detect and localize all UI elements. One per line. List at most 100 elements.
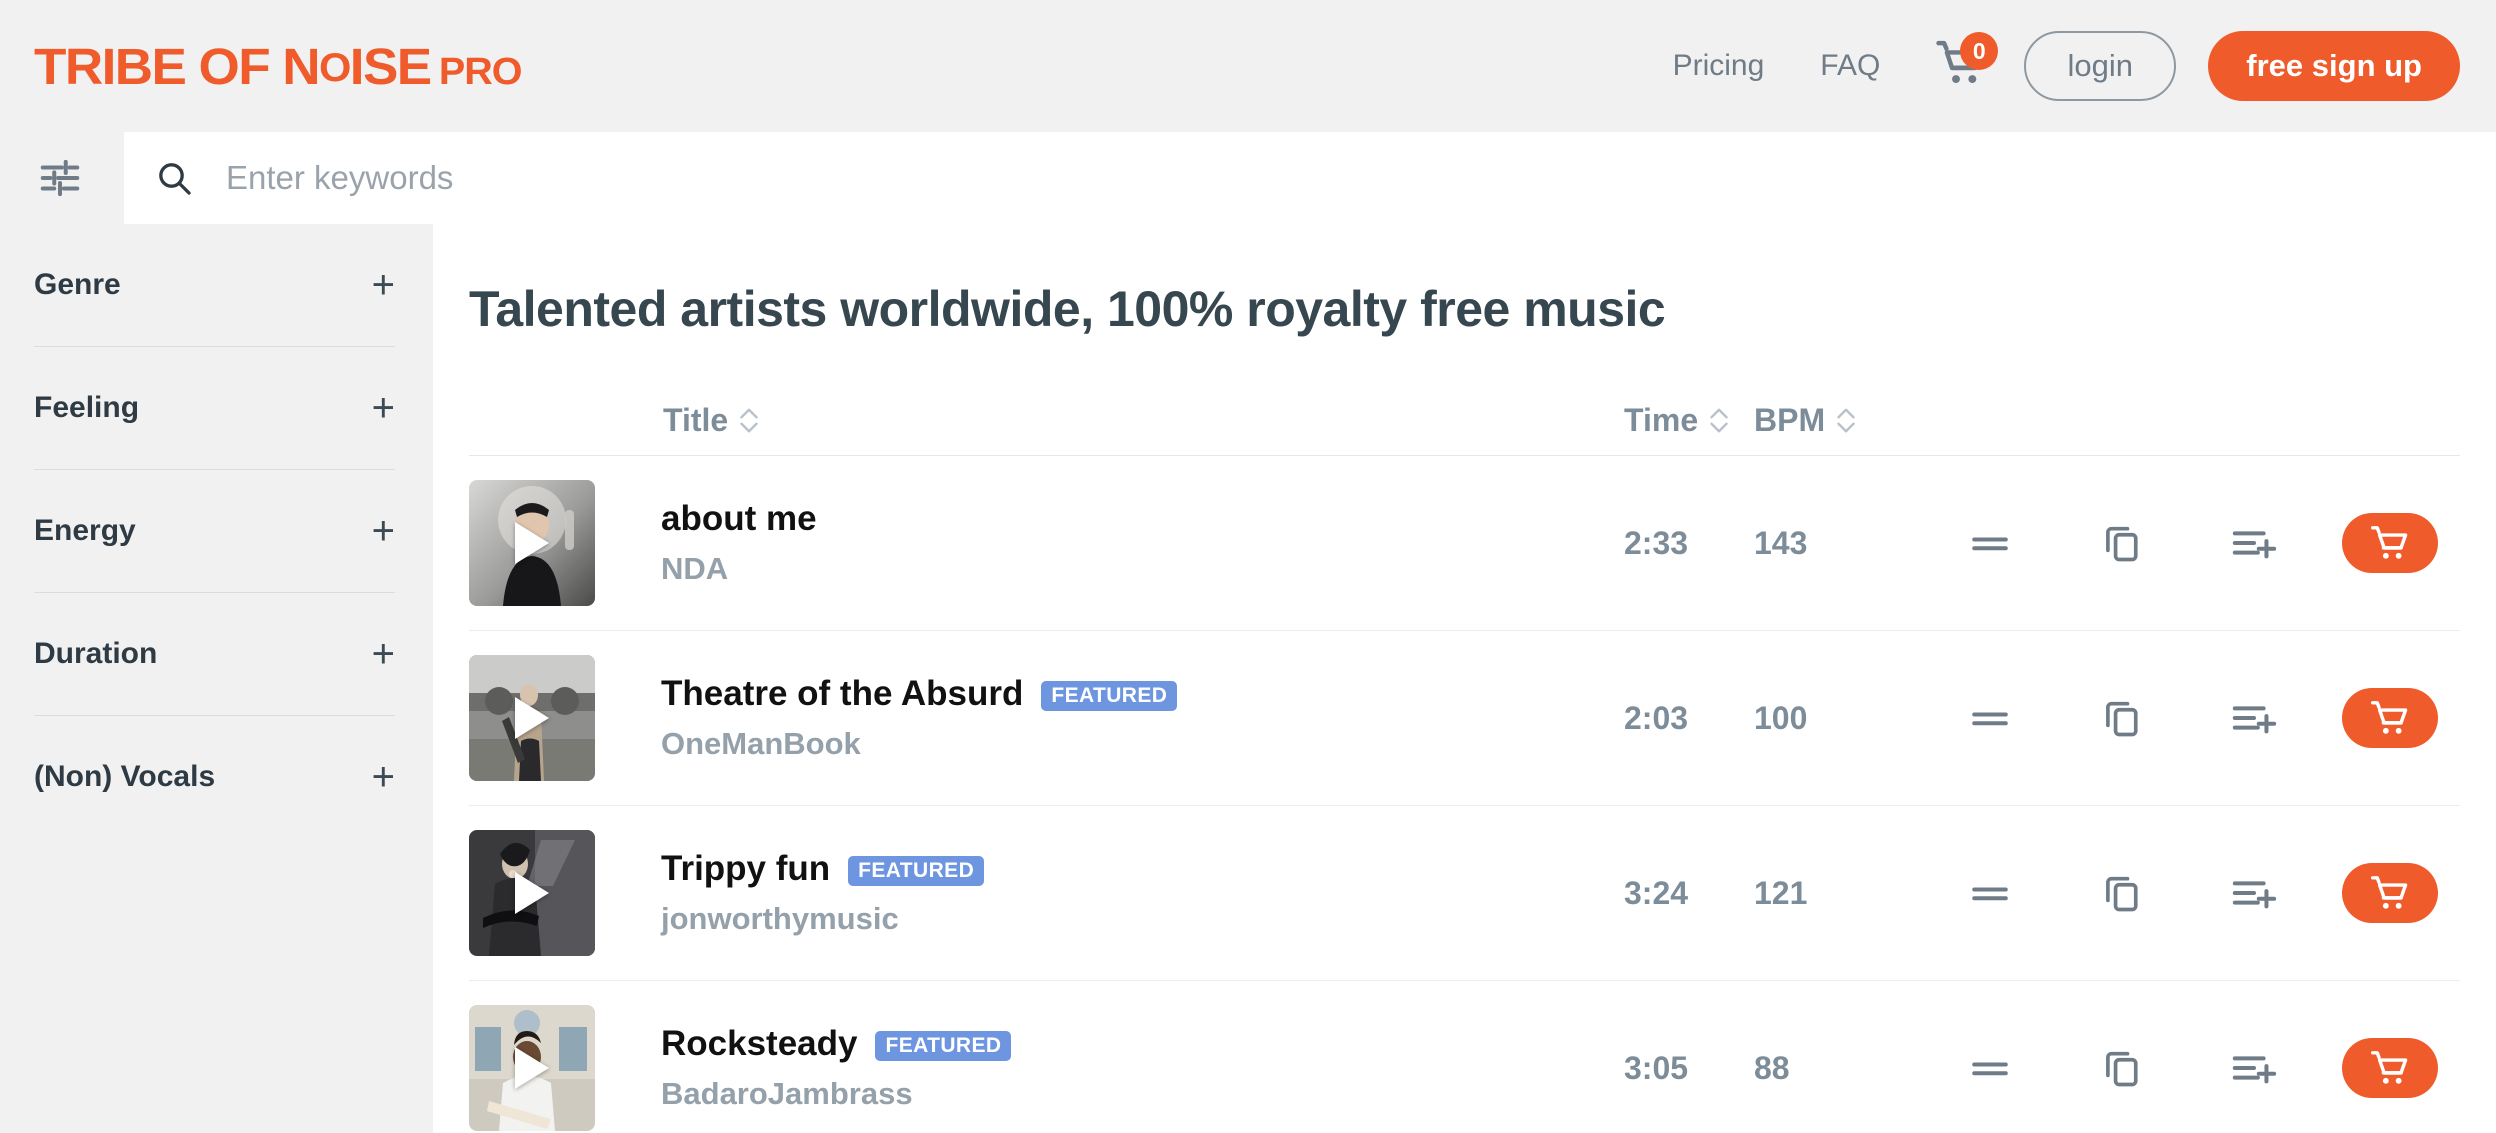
- play-icon: [515, 697, 549, 739]
- copy-button[interactable]: [2100, 521, 2144, 565]
- track-bpm: 121: [1754, 874, 1808, 911]
- search-bar: [0, 132, 2496, 224]
- expand-plus-icon[interactable]: +: [372, 265, 395, 305]
- similar-tracks-icon: [1972, 1062, 2008, 1076]
- filter-group-vocals: (Non) Vocals +: [34, 716, 395, 838]
- playlist-add-button[interactable]: [2231, 873, 2277, 913]
- track-info: Trippy fun FEATURED jonworthymusic: [595, 849, 1624, 937]
- playlist-add-button[interactable]: [2231, 1048, 2277, 1088]
- filter-label-genre: Genre: [34, 268, 121, 301]
- track-table: Title Time BPM about me NDA 2:33 143 The…: [469, 394, 2460, 1133]
- expand-plus-icon[interactable]: +: [372, 388, 395, 428]
- login-button[interactable]: login: [2024, 31, 2177, 101]
- track-time: 2:03: [1624, 699, 1689, 736]
- table-row: about me NDA 2:33 143: [469, 456, 2460, 631]
- status-badge-featured: FEATURED: [1041, 681, 1178, 711]
- add-to-cart-icon: [2371, 526, 2408, 559]
- add-to-cart-button[interactable]: [2342, 1038, 2438, 1098]
- track-title[interactable]: Rocksteady: [661, 1024, 857, 1064]
- filter-label-duration: Duration: [34, 637, 158, 670]
- copy-button[interactable]: [2100, 871, 2144, 915]
- similar-tracks-button[interactable]: [1968, 529, 2012, 557]
- playlist-add-button[interactable]: [2231, 523, 2277, 563]
- th-title[interactable]: Title: [597, 402, 1624, 439]
- track-thumbnail-play[interactable]: [469, 1005, 595, 1131]
- track-bpm: 143: [1754, 524, 1808, 561]
- sort-chevrons-icon[interactable]: [1710, 408, 1728, 433]
- filter-group-duration: Duration +: [34, 593, 395, 716]
- play-icon: [515, 522, 549, 564]
- track-title[interactable]: Theatre of the Absurd: [661, 674, 1023, 714]
- copy-icon: [2106, 701, 2138, 737]
- free-signup-button[interactable]: free sign up: [2208, 31, 2460, 101]
- table-row: Theatre of the Absurd FEATURED OneManBoo…: [469, 631, 2460, 806]
- th-time[interactable]: Time: [1624, 402, 1754, 439]
- th-time-label: Time: [1624, 402, 1699, 438]
- filter-group-feeling: Feeling +: [34, 347, 395, 470]
- search-field[interactable]: [124, 132, 2496, 224]
- sidebar-item-non-vocals[interactable]: (Non) Vocals +: [34, 716, 395, 838]
- sidebar-item-feeling[interactable]: Feeling +: [34, 347, 395, 469]
- sidebar-item-genre[interactable]: Genre +: [34, 224, 395, 346]
- track-bpm: 100: [1754, 699, 1808, 736]
- header-nav: Pricing FAQ 0 login free sign up: [1645, 31, 2460, 101]
- filter-group-energy: Energy +: [34, 470, 395, 593]
- add-to-cart-icon: [2371, 1051, 2408, 1084]
- sidebar-item-energy[interactable]: Energy +: [34, 470, 395, 592]
- track-thumbnail-play[interactable]: [469, 655, 595, 781]
- copy-icon: [2106, 526, 2138, 562]
- similar-tracks-button[interactable]: [1968, 879, 2012, 907]
- page-body: Genre + Feeling + Energy + Duration + (N: [0, 224, 2496, 1133]
- table-row: Trippy fun FEATURED jonworthymusic 3:24 …: [469, 806, 2460, 981]
- logo-text-pro: PRO: [438, 50, 523, 93]
- track-thumbnail-play[interactable]: [469, 830, 595, 956]
- track-info: Theatre of the Absurd FEATURED OneManBoo…: [595, 674, 1624, 762]
- similar-tracks-button[interactable]: [1968, 704, 2012, 732]
- add-to-cart-button[interactable]: [2342, 863, 2438, 923]
- nav-link-faq[interactable]: FAQ: [1792, 49, 1908, 83]
- copy-button[interactable]: [2100, 1046, 2144, 1090]
- search-input[interactable]: [226, 159, 2496, 197]
- track-title[interactable]: Trippy fun: [661, 849, 830, 889]
- playlist-add-button[interactable]: [2231, 698, 2277, 738]
- sidebar-item-duration[interactable]: Duration +: [34, 593, 395, 715]
- expand-plus-icon[interactable]: +: [372, 757, 395, 797]
- track-artist[interactable]: jonworthymusic: [661, 901, 1624, 937]
- track-artist[interactable]: NDA: [661, 551, 1624, 587]
- add-to-cart-button[interactable]: [2342, 688, 2438, 748]
- track-artist[interactable]: OneManBook: [661, 726, 1624, 762]
- logo-text-part2: ISE: [349, 37, 432, 95]
- logo-text-o: O: [318, 45, 351, 90]
- playlist-add-icon: [2232, 706, 2277, 734]
- th-bpm[interactable]: BPM: [1754, 402, 1924, 439]
- sort-chevrons-icon[interactable]: [740, 408, 758, 433]
- site-header: TRIBE OF NOISE PRO Pricing FAQ 0 login fr…: [0, 0, 2496, 132]
- expand-plus-icon[interactable]: +: [372, 511, 395, 551]
- similar-tracks-icon: [1972, 537, 2008, 551]
- filter-toggle-button[interactable]: [28, 146, 92, 210]
- filter-group-genre: Genre +: [34, 224, 395, 347]
- status-badge-featured: FEATURED: [875, 1031, 1012, 1061]
- tune-filter-icon: [40, 159, 80, 197]
- track-title[interactable]: about me: [661, 499, 817, 539]
- nav-link-pricing[interactable]: Pricing: [1645, 49, 1793, 83]
- header-cart-button[interactable]: 0: [1932, 32, 1999, 94]
- track-time: 3:24: [1624, 874, 1689, 911]
- sort-chevrons-icon[interactable]: [1837, 408, 1855, 433]
- track-thumbnail-play[interactable]: [469, 480, 595, 606]
- similar-tracks-icon: [1972, 887, 2008, 901]
- add-to-cart-icon: [2371, 701, 2408, 734]
- expand-plus-icon[interactable]: +: [372, 634, 395, 674]
- similar-tracks-button[interactable]: [1968, 1054, 2012, 1082]
- playlist-add-icon: [2232, 881, 2277, 909]
- similar-tracks-icon: [1972, 712, 2008, 726]
- play-icon: [515, 1047, 549, 1089]
- copy-button[interactable]: [2100, 696, 2144, 740]
- search-icon: [159, 163, 191, 195]
- brand-logo[interactable]: TRIBE OF NOISE PRO: [34, 37, 523, 95]
- track-artist[interactable]: BadaroJambrass: [661, 1076, 1624, 1112]
- filter-sidebar: Genre + Feeling + Energy + Duration + (N: [0, 224, 433, 1133]
- track-info: Rocksteady FEATURED BadaroJambrass: [595, 1024, 1624, 1112]
- add-to-cart-button[interactable]: [2342, 513, 2438, 573]
- filter-label-non-vocals: (Non) Vocals: [34, 760, 216, 793]
